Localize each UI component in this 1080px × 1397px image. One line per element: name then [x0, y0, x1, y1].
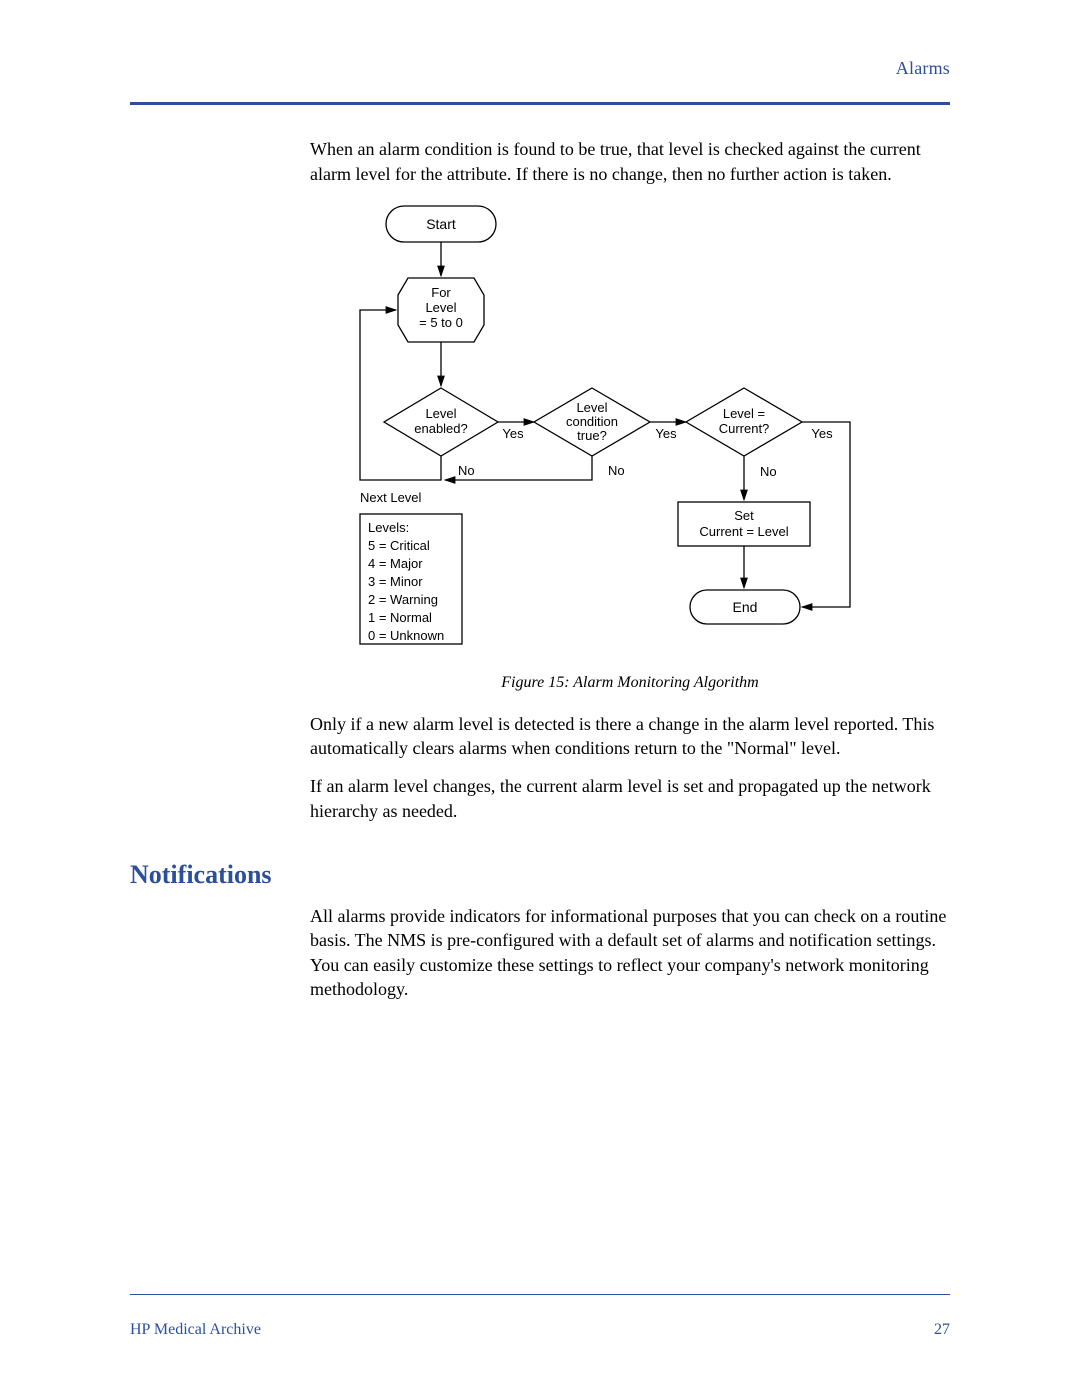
header-rule	[130, 102, 950, 105]
body-column: When an alarm condition is found to be t…	[310, 137, 950, 823]
d3-no-label: No	[760, 464, 777, 479]
body-column-2: All alarms provide indicators for inform…	[310, 904, 950, 1001]
levels-l3: 3 = Minor	[368, 574, 423, 589]
footer-left: HP Medical Archive	[130, 1319, 261, 1341]
paragraph-3: If an alarm level changes, the current a…	[310, 774, 950, 823]
set-label-1: Set	[734, 508, 754, 523]
d2-yes-label: Yes	[655, 426, 677, 441]
levels-l0: Levels:	[368, 520, 409, 535]
d1-label-2: enabled?	[414, 421, 468, 436]
next-level-label: Next Level	[360, 490, 422, 505]
end-label: End	[733, 599, 758, 615]
levels-l4: 2 = Warning	[368, 592, 438, 607]
figure-flowchart: Start For Level = 5 to 0 Level enabled? …	[350, 200, 950, 666]
d2-label-1: Level	[576, 400, 607, 415]
paragraph-4: All alarms provide indicators for inform…	[310, 904, 950, 1001]
set-label-2: Current = Level	[699, 524, 788, 539]
levels-l5: 1 = Normal	[368, 610, 432, 625]
paragraph-1: When an alarm condition is found to be t…	[310, 137, 950, 186]
d1-no-label: No	[458, 463, 475, 478]
paragraph-2: Only if a new alarm level is detected is…	[310, 712, 950, 761]
d3-yes-label: Yes	[811, 426, 833, 441]
levels-l1: 5 = Critical	[368, 538, 430, 553]
d2-label-2: condition	[566, 414, 618, 429]
d1-yes-label: Yes	[502, 426, 524, 441]
for-label-1: For	[431, 285, 451, 300]
start-label: Start	[426, 216, 456, 232]
page-number: 27	[934, 1319, 950, 1341]
page: Alarms When an alarm condition is found …	[0, 0, 1080, 1397]
d3-label-2: Current?	[719, 421, 770, 436]
levels-l2: 4 = Major	[368, 556, 423, 571]
header-section-title: Alarms	[130, 56, 950, 80]
flowchart-svg: Start For Level = 5 to 0 Level enabled? …	[350, 200, 905, 660]
for-label-2: Level	[425, 300, 456, 315]
section-heading-notifications: Notifications	[130, 857, 950, 892]
d1-label-1: Level	[425, 406, 456, 421]
d3-label-1: Level =	[723, 406, 765, 421]
footer-rule	[130, 1294, 950, 1295]
d2-no-label: No	[608, 463, 625, 478]
d2-label-3: true?	[577, 428, 607, 443]
for-label-3: = 5 to 0	[419, 315, 463, 330]
figure-caption: Figure 15: Alarm Monitoring Algorithm	[310, 672, 950, 694]
levels-l6: 0 = Unknown	[368, 628, 444, 643]
page-footer: HP Medical Archive 27	[130, 1294, 950, 1341]
